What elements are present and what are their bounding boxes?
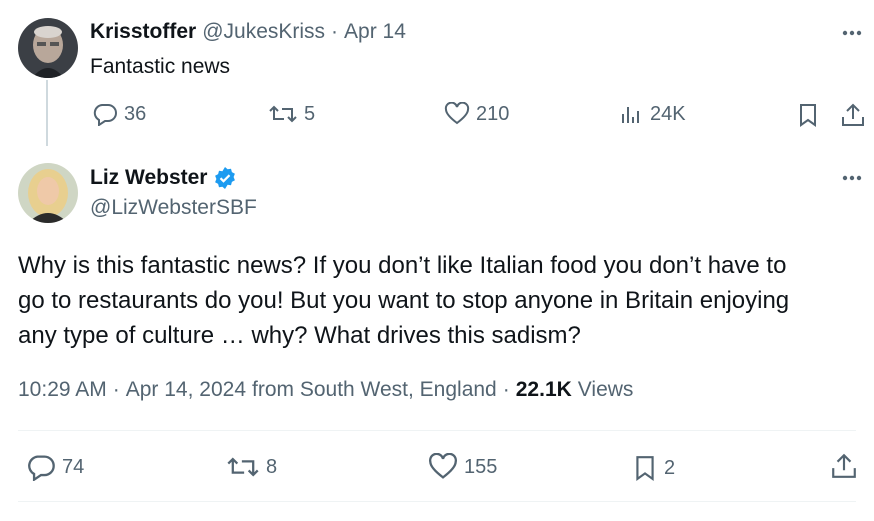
main-repost-count: 8	[266, 455, 278, 478]
reply-repost-button[interactable]: 5	[268, 102, 315, 126]
share-icon[interactable]	[830, 452, 858, 480]
reply-author-name[interactable]: Krisstoffer	[90, 20, 196, 44]
main-repost-button[interactable]: 8	[226, 453, 277, 481]
meta-separator: ·	[502, 378, 510, 401]
repost-icon	[226, 453, 260, 481]
main-author-name[interactable]: Liz Webster	[90, 166, 207, 190]
main-time[interactable]: 10:29 AM	[18, 378, 107, 402]
heart-icon	[428, 453, 458, 481]
main-date[interactable]: Apr 14, 2024	[126, 378, 246, 402]
reply-icon	[92, 102, 118, 126]
reply-author-handle[interactable]: @JukesKriss	[202, 20, 325, 44]
main-bookmark-count: 2	[664, 456, 676, 479]
share-icon[interactable]	[840, 102, 866, 128]
divider-bottom	[18, 501, 856, 502]
main-author-handle[interactable]: @LizWebsterSBF	[90, 196, 257, 220]
reply-separator: ·	[331, 20, 339, 43]
verified-badge-icon[interactable]	[213, 166, 237, 190]
reply-date[interactable]: Apr 14	[344, 20, 406, 44]
main-views-label: Views	[577, 378, 634, 401]
heart-icon	[444, 102, 470, 126]
main-tweet-text: Why is this fantastic news? If you don’t…	[18, 248, 789, 353]
avatar-krisstoffer[interactable]	[18, 18, 78, 78]
main-reply-count: 74	[62, 455, 85, 478]
main-views-count: 22.1K	[515, 378, 572, 401]
reply-icon	[26, 453, 56, 481]
main-like-button[interactable]: 155	[428, 453, 497, 481]
main-bookmark-button[interactable]: 2	[632, 453, 675, 483]
thread-connector-line	[46, 80, 48, 146]
reply-text: Fantastic news	[90, 55, 231, 78]
reply-like-count: 210	[476, 102, 510, 125]
reply-views-count: 24K	[650, 102, 686, 125]
divider-top	[18, 430, 856, 431]
reply-like-button[interactable]: 210	[444, 102, 509, 126]
main-more-dots-icon[interactable]	[840, 170, 864, 186]
more-dots-icon[interactable]	[840, 25, 864, 41]
main-text-line: Why is this fantastic news? If you don’t…	[18, 252, 787, 279]
main-like-count: 155	[464, 455, 498, 478]
main-location: from South West, England	[252, 378, 497, 401]
main-meta-row: 10:29 AM · Apr 14, 2024 from South West,…	[18, 378, 633, 402]
reply-replies-button[interactable]: 36	[92, 102, 146, 126]
meta-separator: ·	[112, 378, 120, 401]
main-reply-button[interactable]: 74	[26, 453, 84, 481]
repost-icon	[268, 102, 298, 126]
main-text-line: go to restaurants do you! But you want t…	[18, 287, 790, 314]
bookmark-icon[interactable]	[796, 102, 820, 128]
avatar-liz-webster[interactable]	[18, 163, 78, 223]
reply-header: Krisstoffer @JukesKriss · Apr 14	[90, 20, 406, 44]
reply-repost-count: 5	[304, 102, 316, 125]
analytics-icon	[620, 102, 644, 126]
main-author-row: Liz Webster	[90, 166, 237, 190]
reply-replies-count: 36	[124, 102, 147, 125]
bookmark-icon	[632, 453, 658, 483]
reply-views-button[interactable]: 24K	[620, 102, 686, 126]
main-text-line: any type of culture … why? What drives t…	[18, 322, 581, 349]
